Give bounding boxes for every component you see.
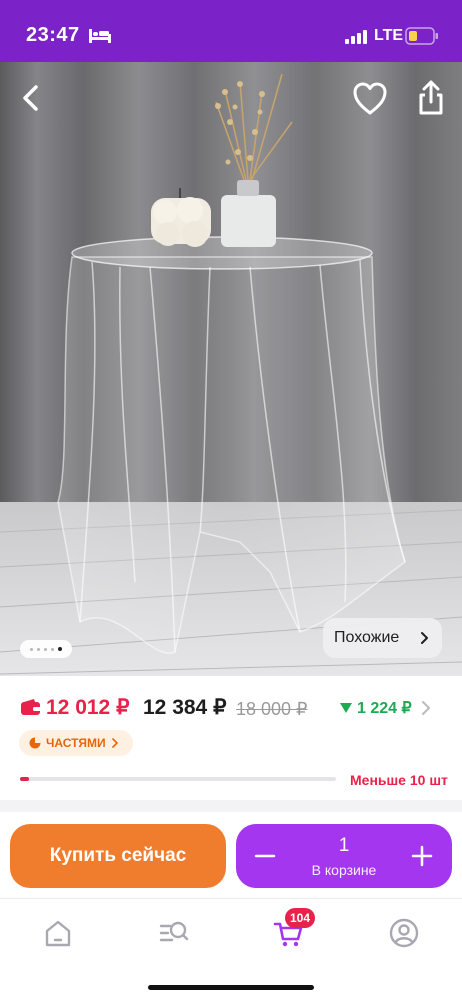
- stock-label: Меньше 10 шт: [350, 772, 448, 788]
- status-bar: 23:47 LTE: [0, 0, 462, 62]
- network-label: LTE: [374, 27, 404, 44]
- stock-progress: [20, 777, 336, 781]
- card-price: 12 012 ₽: [46, 696, 130, 719]
- signal-icon: [345, 30, 369, 49]
- tab-home[interactable]: [40, 915, 76, 951]
- cashback-link[interactable]: 1 224 ₽: [339, 698, 412, 718]
- similar-label: Похожие: [334, 629, 400, 646]
- chevron-right-icon: [421, 632, 428, 644]
- home-icon: [45, 920, 71, 947]
- product-image[interactable]: Похожие: [0, 62, 462, 676]
- chevron-right-icon[interactable]: [421, 700, 431, 716]
- installments-badge[interactable]: ЧАСТЯМИ: [19, 730, 133, 756]
- home-indicator: [148, 985, 314, 990]
- stock-progress-fill: [20, 777, 30, 781]
- back-arrow-icon: [23, 85, 38, 111]
- action-bar: Купить сейчас 1 В корзине: [0, 812, 462, 898]
- plus-icon[interactable]: [410, 844, 434, 868]
- cashback-value: 1 224 ₽: [357, 700, 412, 717]
- pie-icon: [29, 737, 41, 749]
- installments-label: ЧАСТЯМИ: [46, 736, 106, 750]
- heart-icon: [353, 82, 387, 115]
- pagination-dot[interactable]: [44, 647, 47, 651]
- favorite-button[interactable]: [350, 80, 390, 118]
- divider: [0, 800, 462, 812]
- price-card: 12 012 ₽ 12 384 ₽ 18 000 ₽ 1 224 ₽ ЧАСТЯ…: [0, 676, 462, 800]
- chevron-right-icon: [111, 738, 118, 748]
- cart-quantity-stepper: 1 В корзине: [236, 824, 452, 888]
- cart-count-badge: 104: [285, 908, 316, 928]
- buy-now-button[interactable]: Купить сейчас: [10, 824, 226, 888]
- gallery-pagination[interactable]: [20, 640, 72, 658]
- wallet-icon: [20, 698, 42, 721]
- share-button[interactable]: [412, 78, 450, 118]
- pagination-dot[interactable]: [58, 647, 62, 651]
- pagination-dot[interactable]: [37, 647, 40, 651]
- battery-icon: [405, 27, 439, 50]
- pagination-dot[interactable]: [30, 647, 33, 651]
- bed-icon: [89, 29, 111, 48]
- share-icon: [419, 80, 443, 115]
- catalog-search-icon: [159, 921, 189, 942]
- triangle-down-icon: [340, 703, 352, 713]
- tab-bar: 104: [0, 898, 462, 1000]
- pagination-dot[interactable]: [51, 647, 54, 651]
- tab-catalog[interactable]: [156, 915, 192, 951]
- back-button[interactable]: [14, 80, 50, 116]
- regular-price: 12 384 ₽: [143, 696, 227, 719]
- tab-profile[interactable]: [386, 915, 422, 951]
- profile-icon: [389, 918, 419, 948]
- old-price: 18 000 ₽: [236, 699, 308, 719]
- similar-button[interactable]: Похожие: [323, 618, 442, 658]
- status-time: 23:47: [26, 24, 80, 46]
- product-photo: [0, 62, 462, 676]
